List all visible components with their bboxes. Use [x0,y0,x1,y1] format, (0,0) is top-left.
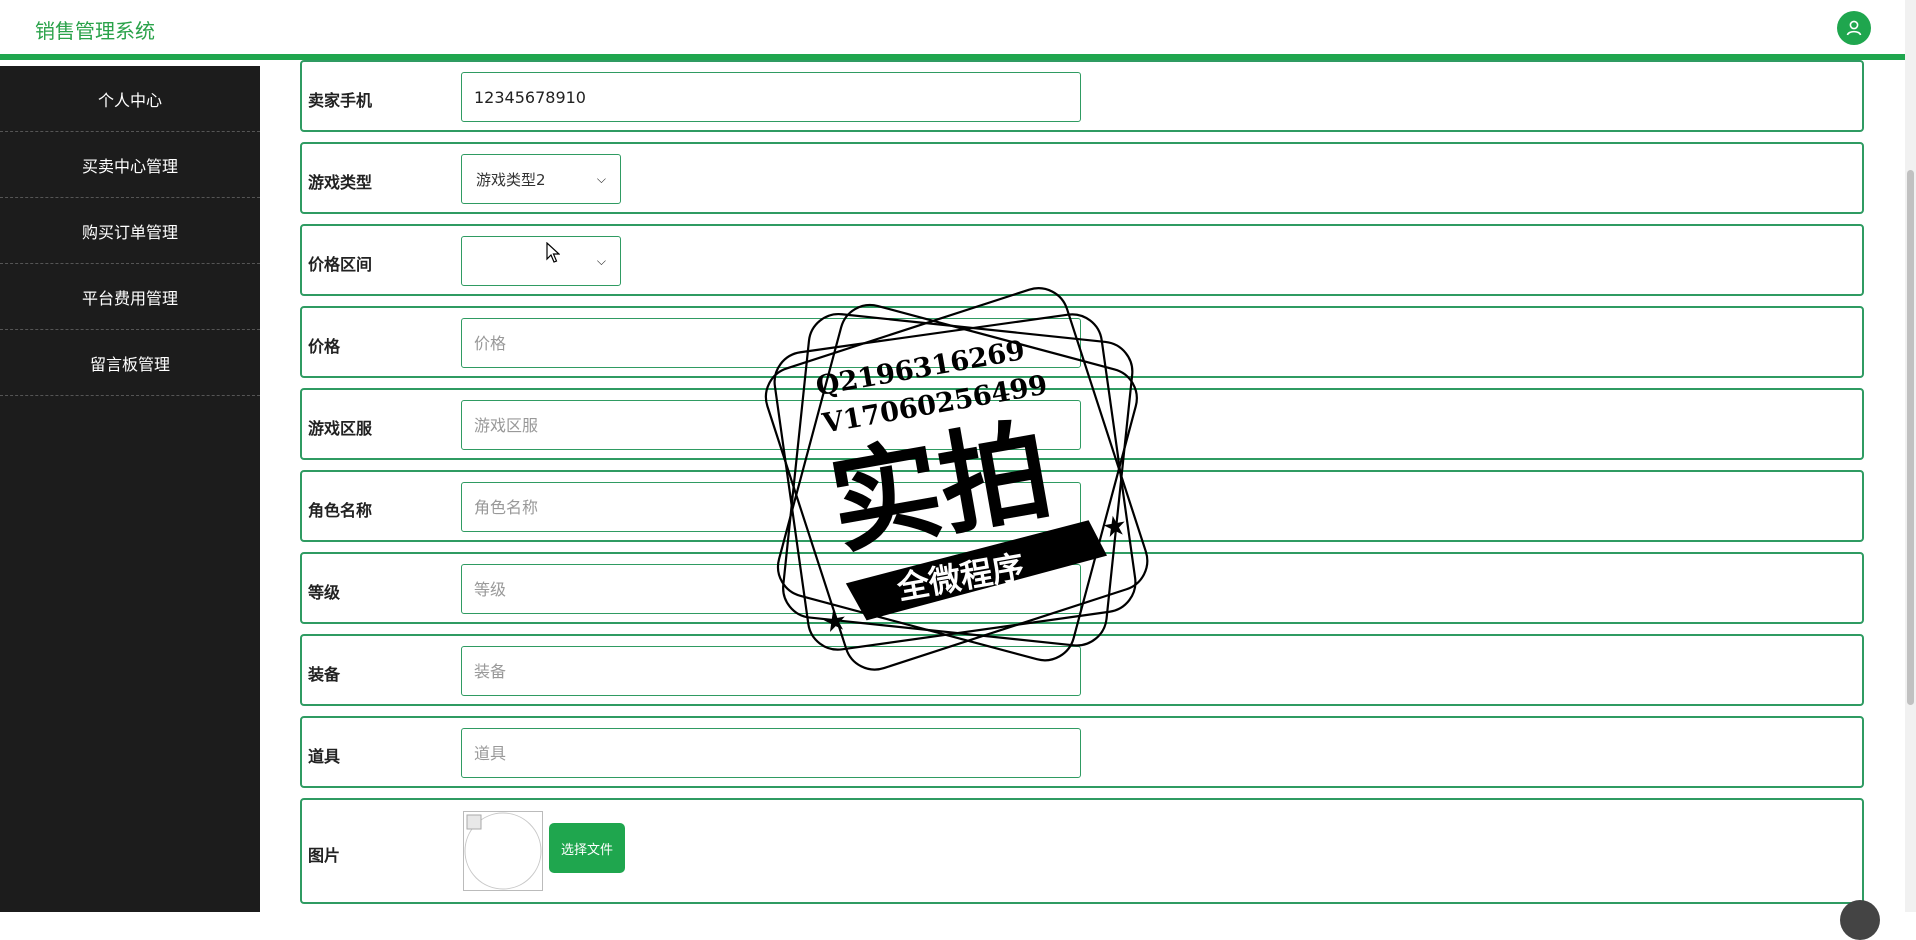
main-form: 卖家手机 游戏类型 游戏类型2 ⌵ 价格区间 ⌵ 价格 游戏区服 角色名称 等级… [300,60,1864,912]
server-input[interactable] [461,400,1081,450]
price-range-select[interactable]: ⌵ [461,236,621,286]
scrollbar-thumb[interactable] [1907,170,1914,705]
form-row-image: 图片 选择文件 [300,798,1864,904]
form-row-price-range: 价格区间 ⌵ [300,224,1864,296]
form-row-items: 道具 [300,716,1864,788]
equipment-input[interactable] [461,646,1081,696]
back-to-top-button[interactable] [1840,900,1880,940]
choose-file-button[interactable]: 选择文件 [549,823,625,873]
form-row-price: 价格 [300,306,1864,378]
form-row-level: 等级 [300,552,1864,624]
sidebar-item-purchase-orders[interactable]: 购买订单管理 [0,198,260,264]
app-title: 销售管理系统 [35,19,155,43]
role-name-label: 角色名称 [308,501,373,520]
game-type-select[interactable]: 游戏类型2 ⌵ [461,154,621,204]
form-row-role-name: 角色名称 [300,470,1864,542]
items-label: 道具 [308,747,341,766]
items-input[interactable] [461,728,1081,778]
image-label: 图片 [308,846,341,865]
game-type-selected: 游戏类型2 [476,170,546,189]
image-preview [463,811,543,891]
form-row-seller-phone: 卖家手机 [300,60,1864,132]
user-icon[interactable] [1837,11,1871,45]
sidebar-item-message-board[interactable]: 留言板管理 [0,330,260,396]
chevron-down-icon: ⌵ [596,171,606,186]
mouse-cursor-icon [546,241,561,268]
top-bar: 销售管理系统 [0,0,1905,60]
level-input[interactable] [461,564,1081,614]
role-name-input[interactable] [461,482,1081,532]
equipment-label: 装备 [308,665,341,684]
sidebar-item-trade-center[interactable]: 买卖中心管理 [0,132,260,198]
seller-phone-input[interactable] [461,72,1081,122]
form-row-game-type: 游戏类型 游戏类型2 ⌵ [300,142,1864,214]
seller-phone-label: 卖家手机 [308,91,373,110]
server-label: 游戏区服 [308,419,373,438]
sidebar: 个人中心 买卖中心管理 购买订单管理 平台费用管理 留言板管理 [0,66,260,912]
chevron-down-icon: ⌵ [596,253,606,268]
price-range-label: 价格区间 [308,255,373,274]
form-row-equipment: 装备 [300,634,1864,706]
level-label: 等级 [308,583,341,602]
sidebar-item-platform-fees[interactable]: 平台费用管理 [0,264,260,330]
price-label: 价格 [308,337,341,356]
sidebar-item-personal-center[interactable]: 个人中心 [0,66,260,132]
form-row-server: 游戏区服 [300,388,1864,460]
price-input[interactable] [461,318,1081,368]
game-type-label: 游戏类型 [308,173,373,192]
page-scrollbar[interactable] [1905,0,1916,912]
